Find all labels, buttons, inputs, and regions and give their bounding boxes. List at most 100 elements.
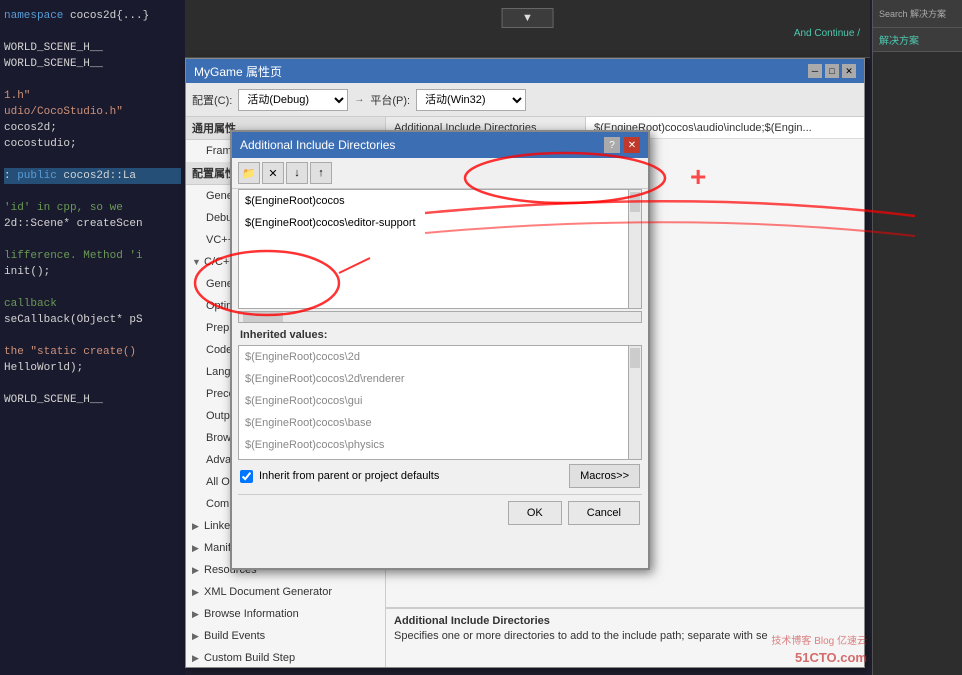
entries-section: $(EngineRoot)cocos $(EngineRoot)cocos\ed… bbox=[238, 189, 642, 309]
code-line: namespace cocos2d{...} bbox=[4, 8, 181, 24]
code-line bbox=[4, 72, 181, 88]
inherited-label: Inherited values: bbox=[232, 325, 648, 345]
solution-explorer-btn[interactable]: 解决方案 bbox=[873, 28, 962, 52]
tree-node-xml[interactable]: ▶ XML Document Generator bbox=[186, 581, 385, 603]
minimize-button[interactable]: ─ bbox=[808, 64, 822, 78]
code-line: seCallback(Object* pS bbox=[4, 312, 181, 328]
watermark-logo: 51CTO.com bbox=[795, 650, 867, 665]
tree-label-xml: XML Document Generator bbox=[204, 583, 332, 601]
help-button[interactable]: ? bbox=[604, 137, 620, 153]
horizontal-scrollbar[interactable] bbox=[238, 311, 642, 323]
folder-icon-btn[interactable]: 📁 bbox=[238, 162, 260, 184]
platform-label: 平台(P): bbox=[370, 92, 410, 108]
search-bar: Search 解决方案 bbox=[873, 0, 962, 28]
right-sidebar: Search 解决方案 解决方案 bbox=[872, 0, 962, 675]
dialog-toolbar: 配置(C): 活动(Debug) → 平台(P): 活动(Win32) bbox=[186, 83, 864, 117]
inherited-entry-3: $(EngineRoot)cocos\gui bbox=[239, 390, 628, 412]
code-line: 2d::Scene* createScen bbox=[4, 216, 181, 232]
code-line bbox=[4, 376, 181, 392]
include-dialog-title: Additional Include Directories bbox=[240, 138, 395, 152]
expand-arrow-linker: ▶ bbox=[192, 517, 202, 535]
arrow-icon: → bbox=[354, 94, 364, 105]
top-bar-tab[interactable]: ▼ bbox=[501, 8, 554, 28]
search-label: Search 解决方案 bbox=[879, 7, 946, 20]
solution-label: 解决方案 bbox=[879, 32, 919, 47]
inherited-entry-5: $(EngineRoot)cocos\physics bbox=[239, 434, 628, 456]
dialog-titlebar: MyGame 属性页 ─ □ ✕ bbox=[186, 59, 864, 83]
config-label: 配置(C): bbox=[192, 92, 232, 108]
code-line: callback bbox=[4, 296, 181, 312]
move-down-btn[interactable]: ↓ bbox=[286, 162, 308, 184]
continue-btn[interactable]: And Continue / bbox=[794, 28, 860, 39]
code-line: cocos2d; bbox=[4, 120, 181, 136]
tree-label-build-events: Build Events bbox=[204, 627, 265, 645]
inherited-entry-2: $(EngineRoot)cocos\2d\renderer bbox=[239, 368, 628, 390]
code-line bbox=[4, 232, 181, 248]
tree-label-custom-build: Custom Build Step bbox=[204, 649, 295, 667]
ok-button[interactable]: OK bbox=[508, 501, 562, 525]
dialog-action-buttons: OK Cancel bbox=[232, 497, 648, 529]
code-line: udio/CocoStudio.h" bbox=[4, 104, 181, 120]
inherit-checkbox-row: Inherit from parent or project defaults … bbox=[232, 460, 648, 492]
code-line: init(); bbox=[4, 264, 181, 280]
code-line bbox=[4, 152, 181, 168]
macros-button[interactable]: Macros>> bbox=[569, 464, 640, 488]
expand-arrow-browse: ▶ bbox=[192, 605, 202, 623]
expand-arrow-custom-build: ▶ bbox=[192, 649, 202, 667]
delete-icon-btn[interactable]: ✕ bbox=[262, 162, 284, 184]
close-button[interactable]: ✕ bbox=[842, 64, 856, 78]
config-select[interactable]: 活动(Debug) bbox=[238, 89, 348, 111]
inherited-entry-4: $(EngineRoot)cocos\base bbox=[239, 412, 628, 434]
code-line: : public cocos2d::La bbox=[4, 168, 181, 184]
code-editor: namespace cocos2d{...} WORLD_SCENE_H__ W… bbox=[0, 0, 185, 675]
tree-label-browse: Browse Information bbox=[204, 605, 299, 623]
tree-node-browse[interactable]: ▶ Browse Information bbox=[186, 603, 385, 625]
expand-arrow-resources: ▶ bbox=[192, 561, 202, 579]
include-toolbar: 📁 ✕ ↓ ↑ bbox=[232, 158, 648, 189]
expand-arrow-cpp: ▼ bbox=[192, 253, 202, 271]
code-line: the "static create() bbox=[4, 344, 181, 360]
code-line: WORLD_SCENE_H__ bbox=[4, 40, 181, 56]
expand-arrow-build-events: ▶ bbox=[192, 627, 202, 645]
maximize-button[interactable]: □ bbox=[825, 64, 839, 78]
hscroll-thumb bbox=[243, 312, 283, 322]
inherit-label: Inherit from parent or project defaults bbox=[259, 470, 439, 482]
code-line: cocostudio; bbox=[4, 136, 181, 152]
code-line bbox=[4, 280, 181, 296]
ok-cancel-buttons: OK Cancel bbox=[508, 501, 640, 525]
code-line: lifference. Method 'i bbox=[4, 248, 181, 264]
entries-scrollbar[interactable] bbox=[628, 189, 642, 309]
include-entry-1[interactable]: $(EngineRoot)cocos bbox=[239, 190, 628, 212]
include-entries-list[interactable]: $(EngineRoot)cocos $(EngineRoot)cocos\ed… bbox=[238, 189, 642, 309]
include-dialog: Additional Include Directories ? ✕ 📁 ✕ ↓… bbox=[230, 130, 650, 570]
cancel-button[interactable]: Cancel bbox=[568, 501, 640, 525]
inherited-section: $(EngineRoot)cocos\2d $(EngineRoot)cocos… bbox=[238, 345, 642, 460]
code-line: HelloWorld); bbox=[4, 360, 181, 376]
code-line: 'id' in cpp, so we bbox=[4, 200, 181, 216]
tree-node-custom-build[interactable]: ▶ Custom Build Step bbox=[186, 647, 385, 667]
code-line: 1.h" bbox=[4, 88, 181, 104]
inherited-scrollbar[interactable] bbox=[628, 345, 642, 460]
watermark-blog: 技术博客 Blog 亿速云 bbox=[771, 632, 867, 647]
inherit-checkbox[interactable] bbox=[240, 470, 253, 483]
top-bar: ▼ And Continue / bbox=[185, 0, 870, 58]
dialog-title: MyGame 属性页 bbox=[194, 63, 282, 80]
separator bbox=[238, 494, 642, 495]
code-line: WORLD_SCENE_H__ bbox=[4, 56, 181, 72]
inherited-entry-1: $(EngineRoot)cocos\2d bbox=[239, 346, 628, 368]
platform-select[interactable]: 活动(Win32) bbox=[416, 89, 526, 111]
scrollbar-thumb bbox=[630, 192, 640, 212]
expand-arrow-manifest: ▶ bbox=[192, 539, 202, 557]
code-line bbox=[4, 24, 181, 40]
inherited-entries-list: $(EngineRoot)cocos\2d $(EngineRoot)cocos… bbox=[238, 345, 642, 460]
move-up-btn[interactable]: ↑ bbox=[310, 162, 332, 184]
include-entry-2[interactable]: $(EngineRoot)cocos\editor-support bbox=[239, 212, 628, 234]
tree-node-build-events[interactable]: ▶ Build Events bbox=[186, 625, 385, 647]
titlebar-buttons: ─ □ ✕ bbox=[808, 64, 856, 78]
include-dialog-titlebar: Additional Include Directories ? ✕ bbox=[232, 132, 648, 158]
description-title: Additional Include Directories bbox=[394, 615, 856, 627]
code-line bbox=[4, 184, 181, 200]
close-dialog-button[interactable]: ✕ bbox=[624, 137, 640, 153]
inherited-scrollbar-thumb bbox=[630, 348, 640, 368]
code-line bbox=[4, 328, 181, 344]
